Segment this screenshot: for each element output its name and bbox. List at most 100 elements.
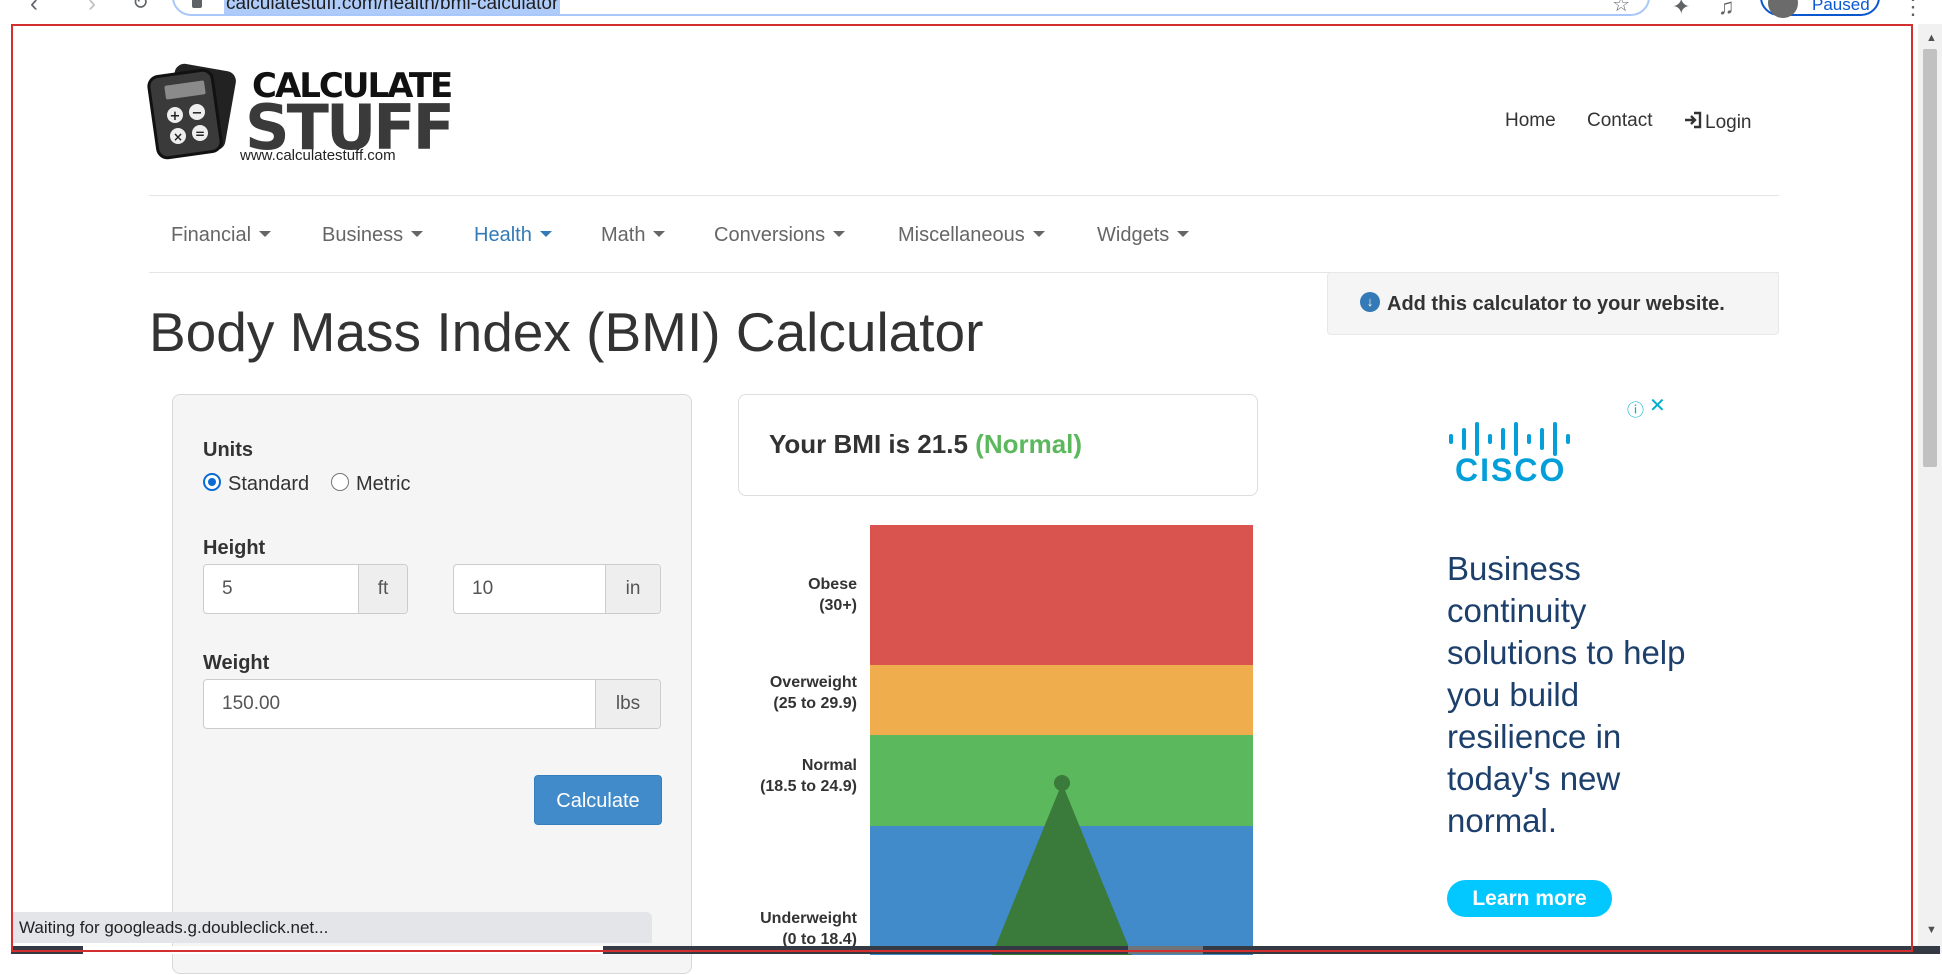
- scrollbar-thumb[interactable]: [1923, 49, 1937, 467]
- units-standard-radio[interactable]: [203, 473, 221, 491]
- caret-down-icon: [1177, 230, 1190, 237]
- ad-learn-more-button[interactable]: Learn more: [1447, 880, 1612, 917]
- bmi-result-text: Your BMI is 21.5 (Normal): [769, 429, 1082, 459]
- band-range: (18.5 to 24.9): [760, 778, 857, 795]
- page-scrollbar[interactable]: ▲ ▼: [1918, 24, 1942, 954]
- bmi-calculator-form: Units Standard Metric Height ft in Weigh…: [172, 394, 692, 974]
- units-standard-label[interactable]: Standard: [228, 473, 309, 495]
- add-widget-label: Add this calculator to your website.: [1387, 293, 1725, 315]
- page-bottom-strip: [11, 946, 1940, 954]
- band-name: Overweight: [769, 674, 857, 691]
- weight-unit-addon: lbs: [595, 680, 660, 728]
- extensions-icon[interactable]: ✦: [1672, 0, 1690, 20]
- ad-copy: Business continuity solutions to help yo…: [1447, 550, 1686, 839]
- site-logo[interactable]: + − × = CALCULATE STUFF www.calculatestu…: [147, 63, 457, 168]
- nav-label: Business: [322, 224, 404, 246]
- nav-label: Health: [474, 224, 532, 246]
- bottom-strip-grey-block: [1128, 946, 1203, 954]
- inches-unit-addon: in: [605, 565, 660, 613]
- download-circle-icon: ↓: [1360, 292, 1380, 312]
- browser-toolbar: ‹ › ↻ calculatestuff.com/health/bmi-calc…: [0, 0, 1942, 22]
- weight-label: Weight: [203, 652, 270, 674]
- band-obese: [870, 525, 1253, 665]
- nav-divider-top: [149, 195, 1779, 196]
- nav-math[interactable]: Math: [601, 223, 666, 247]
- ad-close-icon[interactable]: ✕: [1649, 393, 1666, 418]
- band-name: Obese: [808, 576, 857, 593]
- nav-health[interactable]: Health: [474, 223, 552, 247]
- height-feet-input[interactable]: [204, 565, 359, 613]
- bookmark-star-icon[interactable]: ☆: [1612, 0, 1630, 17]
- back-arrow-icon[interactable]: ‹: [30, 0, 38, 18]
- nav-label: Math: [601, 224, 646, 246]
- nav-label: Financial: [171, 224, 252, 246]
- calculator-logo-icon: + − × =: [147, 63, 236, 160]
- band-name: Normal: [801, 757, 857, 774]
- units-metric-radio[interactable]: [331, 473, 349, 491]
- bmi-result-category: (Normal): [975, 429, 1083, 459]
- band-range: (30+): [819, 597, 857, 614]
- add-calculator-widget-button[interactable]: ↓ Add this calculator to your website.: [1327, 272, 1779, 335]
- ad-info-icon[interactable]: ⓘ: [1627, 396, 1644, 421]
- login-icon: [1685, 111, 1702, 129]
- units-metric-label[interactable]: Metric: [356, 473, 410, 495]
- nav-conversions[interactable]: Conversions: [714, 223, 846, 247]
- advertisement[interactable]: ⓘ ✕ CISCO Business continuity solutions …: [1425, 392, 1686, 952]
- caret-down-icon: [833, 230, 846, 237]
- band-name: Underweight: [760, 910, 857, 927]
- contact-link[interactable]: Contact: [1587, 110, 1652, 132]
- band-overweight: [870, 665, 1253, 735]
- browser-status-bar: Waiting for googleads.g.doubleclick.net.…: [11, 912, 652, 943]
- home-link[interactable]: Home: [1505, 110, 1556, 132]
- cisco-logo-icon: [1449, 422, 1570, 456]
- profile-button[interactable]: Paused: [1760, 0, 1880, 18]
- feet-unit-addon: ft: [358, 565, 407, 613]
- band-label-obese: Obese (30+): [697, 574, 857, 616]
- height-label: Height: [203, 537, 266, 559]
- nav-label: Conversions: [714, 224, 826, 246]
- caret-down-icon: [1032, 230, 1045, 237]
- weight-input[interactable]: [204, 680, 594, 728]
- avatar: [1768, 0, 1798, 18]
- login-label: Login: [1705, 112, 1752, 133]
- scroll-up-arrow-icon[interactable]: ▲: [1926, 32, 1937, 44]
- caret-down-icon: [653, 230, 666, 237]
- bmi-indicator-tip: [1054, 775, 1070, 791]
- bmi-result-box: Your BMI is 21.5 (Normal): [738, 394, 1258, 496]
- menu-kebab-icon[interactable]: ⋮: [1902, 0, 1924, 20]
- band-range: (25 to 29.9): [773, 695, 857, 712]
- nav-label: Miscellaneous: [898, 224, 1025, 246]
- svg-text:=: =: [195, 127, 205, 141]
- height-inches-group: in: [453, 564, 661, 614]
- forward-arrow-icon[interactable]: ›: [88, 0, 96, 18]
- address-url[interactable]: calculatestuff.com/health/bmi-calculator: [224, 0, 561, 14]
- nav-business[interactable]: Business: [322, 223, 424, 247]
- weight-group: lbs: [203, 679, 661, 729]
- units-label: Units: [203, 439, 253, 461]
- address-bar[interactable]: calculatestuff.com/health/bmi-calculator…: [172, 0, 1650, 16]
- bmi-scale-graphic: [870, 525, 1253, 955]
- logo-url: www.calculatestuff.com: [240, 147, 396, 164]
- nav-widgets[interactable]: Widgets: [1097, 223, 1190, 247]
- site-info-icon[interactable]: [192, 0, 202, 8]
- media-control-icon[interactable]: ♫: [1718, 0, 1735, 20]
- band-label-overweight: Overweight (25 to 29.9): [697, 672, 857, 714]
- profile-status: Paused: [1812, 0, 1870, 14]
- reload-icon[interactable]: ↻: [132, 0, 149, 15]
- login-link[interactable]: Login: [1683, 110, 1752, 134]
- caret-down-icon: [411, 230, 424, 237]
- svg-text:×: ×: [173, 130, 183, 144]
- bottom-strip-light-block: [83, 946, 603, 954]
- calculate-button[interactable]: Calculate: [534, 775, 662, 825]
- band-label-normal: Normal (18.5 to 24.9): [697, 755, 857, 797]
- height-feet-group: ft: [203, 564, 408, 614]
- height-inches-input[interactable]: [454, 565, 604, 613]
- caret-down-icon: [259, 230, 272, 237]
- nav-miscellaneous[interactable]: Miscellaneous: [898, 223, 1045, 247]
- bmi-result-value: Your BMI is 21.5: [769, 429, 968, 459]
- page-title: Body Mass Index (BMI) Calculator: [149, 301, 984, 363]
- svg-text:+: +: [170, 109, 181, 124]
- scroll-down-arrow-icon[interactable]: ▼: [1926, 924, 1937, 936]
- nav-financial[interactable]: Financial: [171, 223, 272, 247]
- nav-label: Widgets: [1097, 224, 1170, 246]
